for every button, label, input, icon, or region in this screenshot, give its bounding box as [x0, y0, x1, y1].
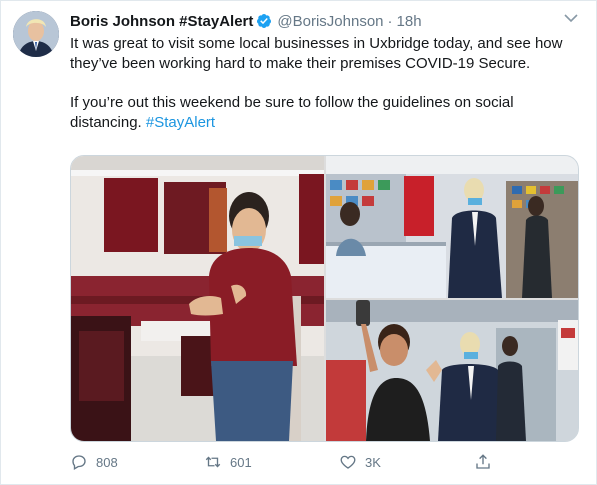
avatar-image [13, 11, 59, 57]
hashtag-link[interactable]: #StayAlert [146, 114, 215, 131]
selfie-photo-image [326, 300, 578, 441]
share-button[interactable] [474, 453, 492, 471]
retweet-icon [205, 456, 221, 468]
media-grid [70, 155, 579, 442]
tweet-card[interactable]: Boris Johnson #StayAlert @BorisJohnson ·… [0, 0, 597, 485]
photo-shop[interactable] [326, 156, 578, 298]
photo-restaurant[interactable] [71, 156, 324, 441]
tweet-paragraph-2-text: If you’re out this weekend be sure to fo… [70, 94, 514, 131]
restaurant-photo-image [71, 156, 324, 441]
verified-badge-icon [257, 14, 272, 28]
retweet-button[interactable]: 601 [204, 453, 252, 471]
shop-photo-image [326, 156, 578, 298]
user-handle[interactable]: @BorisJohnson [277, 13, 383, 30]
display-name[interactable]: Boris Johnson #StayAlert [70, 13, 253, 30]
photo-selfie[interactable] [326, 300, 578, 441]
like-count: 3K [365, 454, 381, 470]
timestamp[interactable]: 18h [397, 13, 422, 30]
like-button[interactable]: 3K [339, 453, 381, 471]
tweet-paragraph-1: It was great to visit some local busines… [70, 35, 563, 72]
heart-icon [340, 455, 356, 469]
avatar[interactable] [13, 11, 59, 57]
reply-button[interactable]: 808 [70, 453, 118, 471]
separator-dot: · [387, 12, 393, 30]
reply-icon [72, 455, 86, 470]
tweet-paragraph-2: If you’re out this weekend be sure to fo… [70, 93, 575, 133]
retweet-count: 601 [230, 454, 252, 470]
tweet-text: It was great to visit some local busines… [70, 34, 575, 133]
reply-count: 808 [96, 454, 118, 470]
tweet-actions: 808 601 3K [70, 450, 530, 474]
share-icon [476, 454, 490, 469]
chevron-down-icon[interactable] [564, 13, 578, 23]
tweet-header: Boris Johnson #StayAlert @BorisJohnson ·… [70, 11, 580, 31]
